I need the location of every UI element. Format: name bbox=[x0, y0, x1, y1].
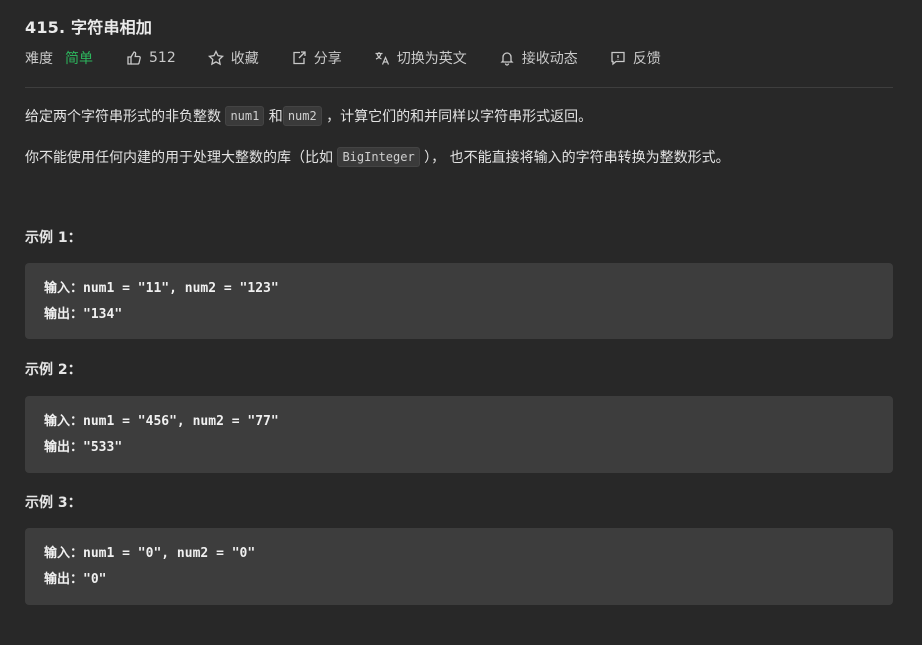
thumbs-up-icon bbox=[126, 50, 142, 66]
like-count: 512 bbox=[149, 50, 176, 66]
bell-icon bbox=[499, 50, 515, 66]
input-value: num1 = "0", num2 = "0" bbox=[83, 546, 256, 561]
example-1-input: 输入：num1 = "11", num2 = "123" bbox=[44, 276, 893, 302]
share-button[interactable]: 分享 bbox=[291, 48, 342, 68]
example-3-input: 输入：num1 = "0", num2 = "0" bbox=[44, 541, 893, 567]
switch-language-label: 切换为英文 bbox=[396, 51, 467, 67]
favorite-button[interactable]: 收藏 bbox=[207, 48, 259, 68]
difficulty: 难度 简单 bbox=[25, 48, 93, 68]
example-3-output: 输出："0" bbox=[44, 567, 893, 593]
subscribe-button[interactable]: 接收动态 bbox=[499, 48, 578, 68]
input-label: 输入： bbox=[44, 281, 84, 296]
desc-p2-after: ）， 也不能直接将输入的字符串转换为整数形式。 bbox=[419, 150, 730, 166]
desc-p1-mid: 和 bbox=[264, 109, 283, 125]
difficulty-label: 难度 bbox=[25, 51, 53, 67]
example-2-box: 输入：num1 = "456", num2 = "77" 输出："533" bbox=[25, 396, 893, 473]
problem-title: 415. 字符串相加 bbox=[25, 18, 153, 37]
problem-page: 415. 字符串相加 难度 简单 512 收藏 分享 切换为英文 接收动态 反馈… bbox=[0, 0, 922, 645]
subscribe-label: 接收动态 bbox=[521, 51, 578, 67]
description-paragraph-1: 给定两个字符串形式的非负整数 num1 和 num2 ，计算它们的和并同样以字符串… bbox=[25, 106, 893, 127]
example-1-box: 输入：num1 = "11", num2 = "123" 输出："134" bbox=[25, 263, 893, 339]
example-2-title: 示例 2： bbox=[25, 362, 82, 378]
output-label: 输出： bbox=[44, 572, 84, 587]
output-value: "0" bbox=[83, 572, 107, 587]
desc-p1-after: ，计算它们的和并同样以字符串形式返回。 bbox=[321, 109, 593, 125]
example-1-output: 输出："134" bbox=[44, 302, 893, 328]
output-label: 输出： bbox=[44, 307, 84, 322]
share-label: 分享 bbox=[313, 51, 342, 67]
example-2-output: 输出："533" bbox=[44, 435, 893, 461]
header-divider bbox=[25, 87, 893, 88]
inline-code-num1: num1 bbox=[225, 106, 265, 126]
feedback-button[interactable]: 反馈 bbox=[610, 48, 661, 68]
output-label: 输出： bbox=[44, 440, 84, 455]
star-icon bbox=[207, 50, 224, 66]
output-value: "533" bbox=[83, 440, 123, 455]
example-3-title: 示例 3： bbox=[25, 495, 82, 511]
translate-icon bbox=[374, 50, 390, 66]
like-button[interactable]: 512 bbox=[126, 50, 176, 66]
meta-bar: 难度 简单 512 收藏 分享 切换为英文 接收动态 反馈 bbox=[25, 47, 693, 69]
input-label: 输入： bbox=[44, 546, 84, 561]
input-value: num1 = "456", num2 = "77" bbox=[83, 414, 279, 429]
desc-p2-before: 你不能使用任何内建的用于处理大整数的库（比如 bbox=[25, 150, 338, 166]
example-1-title: 示例 1： bbox=[25, 230, 82, 246]
switch-language-button[interactable]: 切换为英文 bbox=[374, 48, 467, 68]
desc-p1-before: 给定两个字符串形式的非负整数 bbox=[25, 109, 226, 125]
input-label: 输入： bbox=[44, 414, 84, 429]
favorite-label: 收藏 bbox=[230, 51, 259, 67]
example-3-box: 输入：num1 = "0", num2 = "0" 输出："0" bbox=[25, 528, 893, 605]
inline-code-num2: num2 bbox=[282, 106, 322, 126]
inline-code-biginteger: BigInteger bbox=[337, 147, 420, 167]
example-2-input: 输入：num1 = "456", num2 = "77" bbox=[44, 409, 893, 435]
output-value: "134" bbox=[83, 307, 123, 322]
input-value: num1 = "11", num2 = "123" bbox=[83, 281, 279, 296]
feedback-icon bbox=[610, 50, 626, 66]
feedback-label: 反馈 bbox=[632, 51, 661, 67]
share-icon bbox=[291, 50, 307, 66]
difficulty-value: 简单 bbox=[65, 51, 93, 67]
description-paragraph-2: 你不能使用任何内建的用于处理大整数的库（比如 BigInteger ）， 也不能… bbox=[25, 147, 893, 168]
